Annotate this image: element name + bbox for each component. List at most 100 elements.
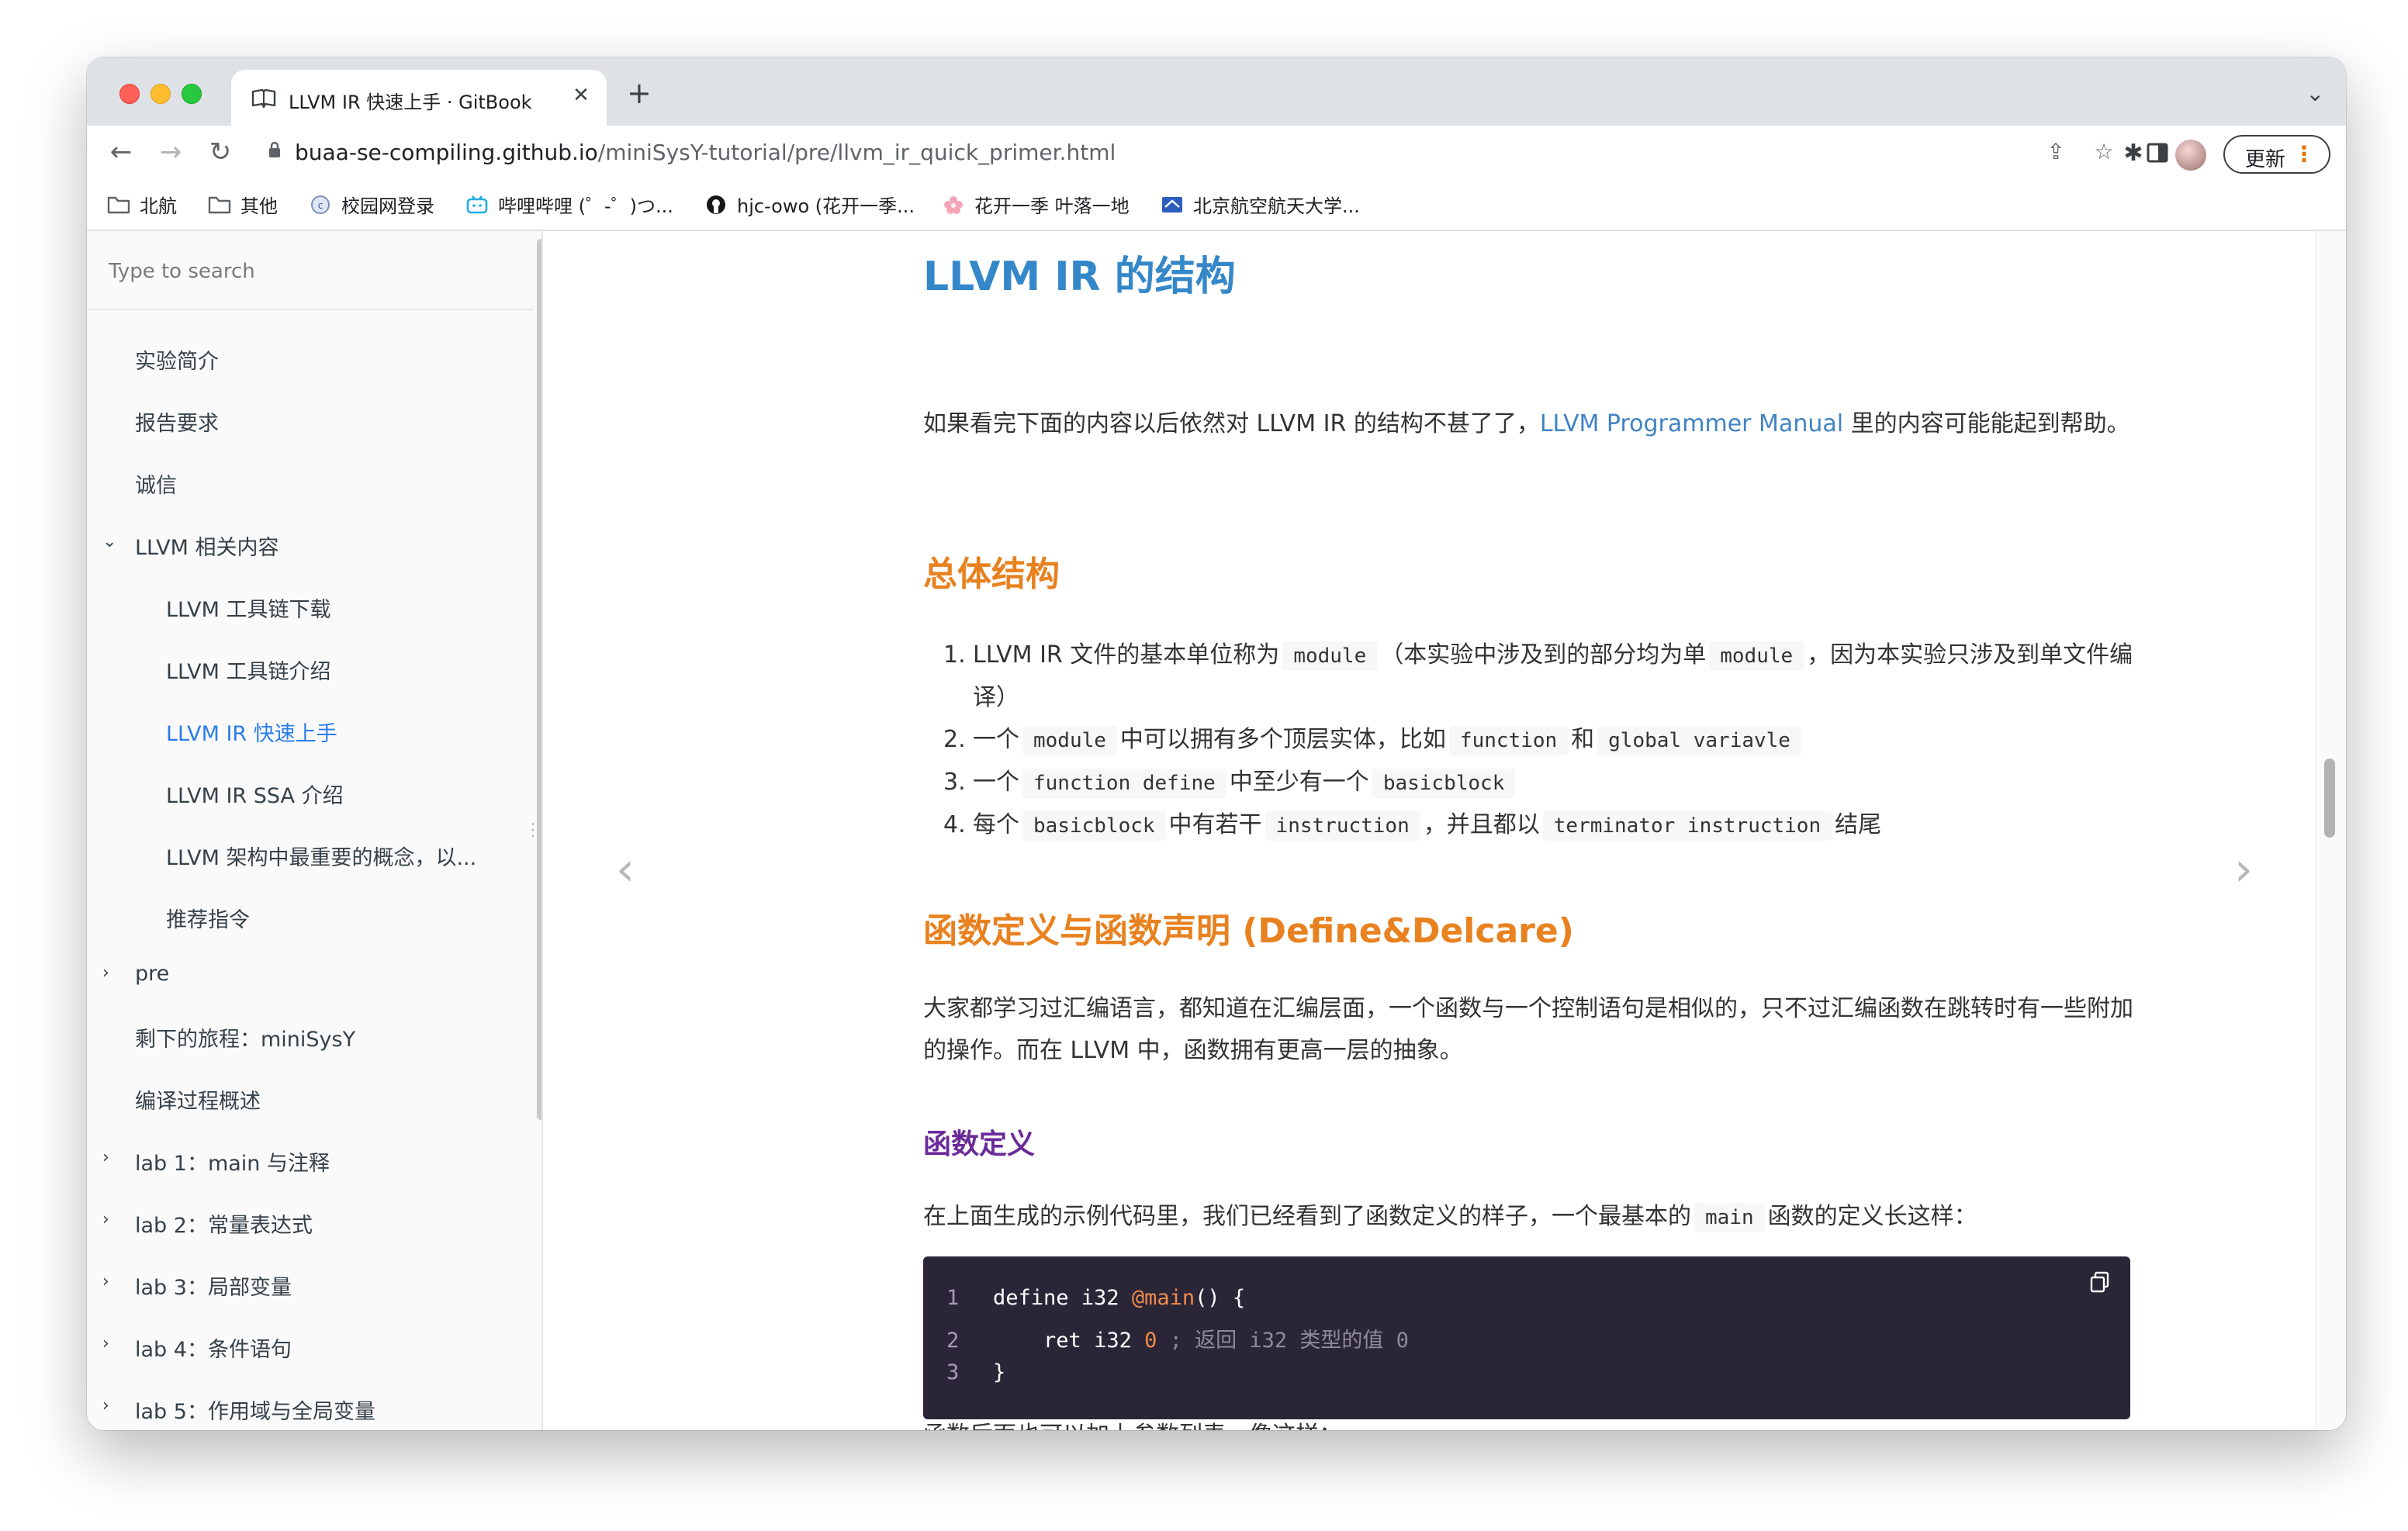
search-input[interactable]	[107, 254, 514, 289]
heading-llvm-ir-structure: LLVM IR 的结构	[923, 254, 1236, 300]
tab-close-icon[interactable]: ✕	[569, 84, 593, 107]
reload-icon[interactable]: ↻	[202, 133, 239, 171]
flower-icon	[944, 195, 963, 214]
bookmark-label: 其他	[240, 195, 278, 217]
svg-text:c: c	[318, 200, 323, 211]
chevron-right-icon[interactable]: ›	[102, 1210, 109, 1229]
bookmark-folder-beihang[interactable]: 北航	[107, 191, 177, 222]
tab-active[interactable]: LLVM IR 快速上手 · GitBook ✕	[231, 70, 607, 126]
sidebar-item-lab5[interactable]: lab 5：作用域与全局变量	[135, 1394, 375, 1425]
code-type: i32	[1081, 1329, 1145, 1353]
buaa-icon	[1162, 196, 1182, 213]
sidebar-item-llvm-concepts[interactable]: LLVM 架构中最重要的概念，以...	[166, 841, 476, 871]
sidebar-resize-handle[interactable]: ⋮	[524, 821, 541, 840]
chevron-right-icon[interactable]: ›	[102, 963, 109, 983]
sidebar-search	[87, 231, 534, 310]
share-icon[interactable]: ⇪	[2042, 138, 2070, 166]
code-text: () {	[1195, 1286, 1246, 1310]
bookmarks-bar: 北航 其他 c 校园网登录 哔哩哔哩 (゜-゜)つ... hjc-owo (花开一…	[87, 181, 2346, 231]
sidebar-item-remaining[interactable]: 剩下的旅程：miniSysY	[135, 1022, 355, 1052]
bookmark-label: 哔哩哔哩 (゜-゜)つ...	[498, 195, 673, 217]
sidebar-item-lab3[interactable]: lab 3：局部变量	[135, 1270, 292, 1301]
intro-text: 如果看完下面的内容以后依然对 LLVM IR 的结构不甚了了，	[923, 410, 1540, 437]
zoom-window-button[interactable]	[182, 84, 202, 104]
inline-code: basicblock	[1372, 769, 1516, 798]
list-text: 中有若干	[1168, 811, 1262, 838]
list-number: 1.	[943, 641, 966, 669]
back-arrow-icon[interactable]: ←	[102, 133, 140, 171]
intro-paragraph: 如果看完下面的内容以后依然对 LLVM IR 的结构不甚了了，LLVM Prog…	[923, 403, 2133, 445]
close-window-button[interactable]	[119, 84, 140, 104]
previous-page-arrow-icon[interactable]: ‹	[616, 842, 635, 897]
chevron-right-icon[interactable]: ›	[102, 1334, 109, 1353]
bookmark-campus-login[interactable]: c 校园网登录	[309, 191, 434, 222]
bilibili-icon	[466, 195, 488, 213]
chevron-right-icon[interactable]: ›	[102, 1148, 109, 1167]
url-path: /miniSysY-tutorial/pre/llvm_ir_quick_pri…	[597, 140, 1116, 165]
page-scrollbar-thumb[interactable]	[2324, 759, 2335, 838]
chevron-right-icon[interactable]: ›	[102, 1396, 109, 1415]
minimize-window-button[interactable]	[150, 84, 171, 104]
bookmark-github[interactable]: hjc-owo (花开一季...	[704, 191, 915, 222]
intro-text-after: 里的内容可能能起到帮助。	[1843, 410, 2130, 437]
code-number: 0	[1144, 1329, 1157, 1353]
forward-arrow-icon[interactable]: →	[152, 133, 189, 171]
sidebar-item-llvm-tools[interactable]: LLVM 工具链介绍	[166, 655, 330, 685]
side-panel-icon[interactable]	[2146, 141, 2169, 164]
sidebar-item-lab1[interactable]: lab 1：main 与注释	[135, 1146, 330, 1177]
heading-define-declare: 函数定义与函数声明 (Define&Delcare)	[923, 911, 1574, 951]
chevron-right-icon[interactable]: ›	[102, 1272, 109, 1291]
list-number: 2.	[943, 726, 966, 753]
sidebar-item-lab2[interactable]: lab 2：常量表达式	[135, 1208, 313, 1239]
code-line: 3}	[946, 1360, 1005, 1384]
code-keyword: ret	[1043, 1329, 1081, 1353]
list-number: 4.	[943, 811, 966, 838]
list-text: 中至少有一个	[1229, 769, 1369, 796]
extensions-puzzle-icon[interactable]: ✱	[2118, 138, 2149, 169]
new-tab-button[interactable]: +	[627, 78, 652, 108]
copy-icon[interactable]	[2088, 1270, 2112, 1294]
function-paragraph: 大家都学习过汇编语言，都知道在汇编层面，一个函数与一个控制语句是相似的，只不过汇…	[923, 995, 2133, 1064]
book-icon	[251, 88, 276, 109]
llvm-programmer-manual-link[interactable]: LLVM Programmer Manual	[1540, 410, 1843, 437]
list-text: 和	[1571, 726, 1595, 753]
profile-avatar[interactable]	[2175, 140, 2206, 171]
kebab-menu-icon[interactable]: ⋮	[2293, 141, 2315, 167]
next-page-arrow-icon[interactable]: ›	[2234, 842, 2253, 897]
inline-code: module	[1709, 641, 1804, 671]
sidebar-item-llvm-ssa[interactable]: LLVM IR SSA 介绍	[166, 779, 344, 809]
bookmark-folder-other[interactable]: 其他	[208, 191, 278, 222]
folder-icon	[208, 196, 231, 213]
sidebar-item-lab4[interactable]: lab 4：条件语句	[135, 1332, 292, 1363]
bookmark-blog[interactable]: 花开一季 叶落一地	[942, 191, 1130, 222]
sidebar-item-recommended[interactable]: 推荐指令	[166, 903, 250, 933]
sidebar-item-llvm-ir-quick[interactable]: LLVM IR 快速上手	[166, 717, 337, 747]
sidebar-item-pre[interactable]: pre	[135, 962, 169, 986]
line-number: 1	[946, 1286, 960, 1310]
list-item: 1. LLVM IR 文件的基本单位称为 module （本实验中涉及到的部分均为单 m…	[923, 634, 2149, 719]
code-type: i32	[1068, 1286, 1132, 1310]
bookmark-star-icon[interactable]: ☆	[2090, 138, 2118, 166]
lock-icon[interactable]	[268, 141, 281, 158]
sidebar-item-report[interactable]: 报告要求	[135, 406, 219, 437]
inline-code: function	[1448, 726, 1569, 755]
sidebar-item-intro[interactable]: 实验简介	[135, 344, 219, 375]
tab-search-chevron-icon[interactable]: ⌄	[2306, 81, 2324, 106]
sidebar-item-integrity[interactable]: 诚信	[135, 468, 177, 499]
line-number: 3	[946, 1360, 960, 1384]
bookmark-bilibili[interactable]: 哔哩哔哩 (゜-゜)つ...	[465, 191, 673, 222]
sidebar-scrollbar-thumb[interactable]	[537, 239, 541, 1120]
sidebar-item-llvm-download[interactable]: LLVM 工具链下载	[166, 593, 330, 623]
sidebar-item-overview[interactable]: 编译过程概述	[135, 1084, 261, 1115]
list-text: ，并且都以	[1423, 811, 1540, 838]
bookmark-buaa[interactable]: 北京航空航天大学...	[1161, 191, 1360, 222]
address-bar[interactable]: buaa-se-compiling.github.io/miniSysY-tut…	[258, 130, 2146, 174]
sidebar-item-llvm[interactable]: LLVM 相关内容	[135, 530, 279, 561]
url-text[interactable]: buaa-se-compiling.github.io/miniSysY-tut…	[295, 140, 1116, 165]
inline-code: global variavle	[1597, 726, 1801, 755]
list-text: 一个	[973, 726, 1019, 753]
update-button[interactable]: 更新 ⋮	[2223, 135, 2330, 174]
url-host: buaa-se-compiling.github.io	[295, 140, 598, 165]
chevron-down-icon[interactable]: ⌄	[102, 532, 116, 551]
